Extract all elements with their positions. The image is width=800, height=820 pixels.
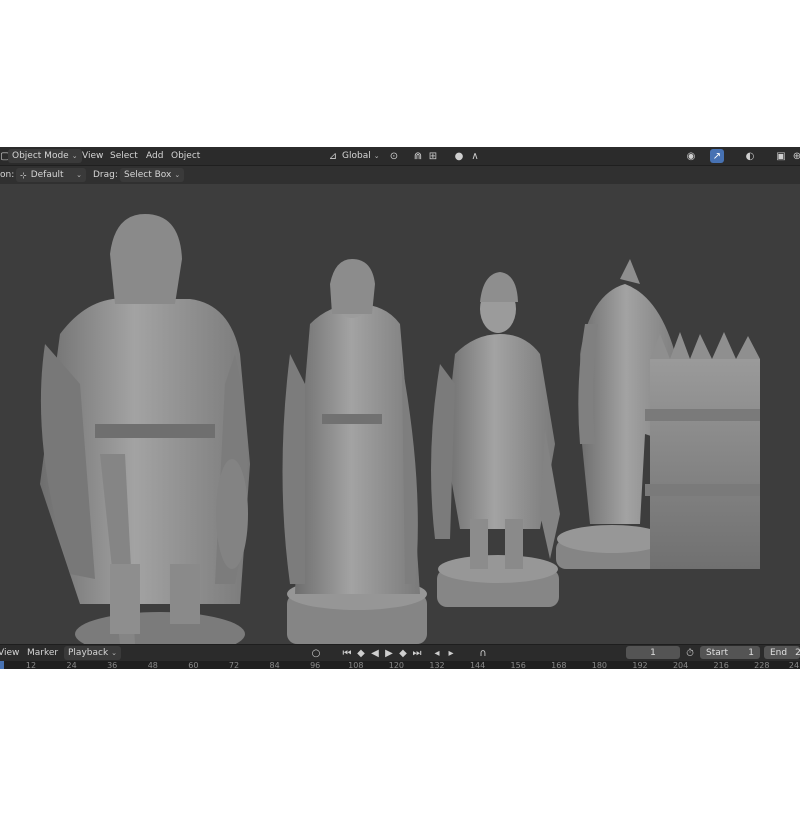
ruler-tick: 132 [429,661,445,669]
next-frame-icon[interactable]: ▸ [444,646,458,660]
ruler-tick: 216 [713,661,729,669]
menu-select[interactable]: Select [110,149,138,163]
proportional-editing-icon[interactable]: ● [452,149,466,163]
timeline-menu-marker[interactable]: Marker [27,646,58,660]
ruler-tick: 192 [632,661,648,669]
ruler-tick: 84 [269,661,280,669]
play-icon[interactable]: ▶ [382,646,396,660]
ruler-tick: 96 [310,661,321,669]
3d-viewport[interactable] [0,184,800,644]
next-keyframe-icon[interactable]: ◆ [396,646,410,660]
ruler-tick: 36 [107,661,118,669]
ruler-tick: 72 [228,661,240,669]
visibility-icon[interactable]: ◉ [684,149,698,163]
mode-label: Object Mode [12,151,69,161]
menu-add[interactable]: Add [146,149,163,163]
start-label: Start [706,647,728,658]
ruler-tick: 108 [348,661,364,669]
start-value: 1 [748,647,754,658]
palisade-rook-figure[interactable] [645,332,760,569]
gizmo-icon[interactable]: ↗ [710,149,724,163]
drag-value: Select Box [124,170,172,180]
viewport-header: ▢ Object Mode ⌄ View Select Add Object ⊿ … [0,147,800,166]
chevron-down-icon: ⌄ [174,171,181,179]
falloff-icon[interactable]: ∧ [468,149,482,163]
drag-label: Drag: [93,170,118,180]
ruler-tick: 120 [388,661,405,669]
current-frame-field[interactable]: 1 [626,646,680,659]
end-value: 2 [795,647,800,658]
play-reverse-icon[interactable]: ◀ [368,646,382,660]
ruler-tick: 228 [754,661,770,669]
pivot-point-icon[interactable]: ⊙ [387,149,401,163]
chevron-down-icon: ⌄ [373,152,380,160]
end-label: End [770,647,788,658]
viewport-scene [40,214,760,644]
playback-label: Playback [68,648,109,658]
viking-queen-figure[interactable] [282,259,428,644]
mode-selector[interactable]: Object Mode ⌄ [8,149,82,163]
pivot-icon: ⊹ [20,170,27,180]
end-frame-field[interactable]: End 2 [764,646,800,659]
ruler-tick: 48 [147,661,158,669]
ruler-tick: 156 [510,661,526,669]
timeline-menu-playback[interactable]: Playback ⌄ [64,646,122,660]
timeline-editor: View Marker Playback ⌄ ○ ⏮ ◆ ◀ ▶ ◆ ⏭ ◂ ▸ … [0,644,800,669]
previous-keyframe-icon[interactable]: ◆ [354,646,368,660]
orientation-selector[interactable]: Global ⌄ [342,149,380,163]
tool-settings-bar: on: ⊹ Default ⌄ Drag: Select Box ⌄ [0,166,800,184]
ruler-tick: 12 [25,661,37,669]
timeline-header: View Marker Playback ⌄ ○ ⏮ ◆ ◀ ▶ ◆ ⏭ ◂ ▸ … [0,645,800,661]
menu-view[interactable]: View [82,149,103,163]
pivot-selector[interactable]: ⊹ Default ⌄ [16,168,86,182]
drag-selector[interactable]: Select Box ⌄ [120,168,185,182]
xray-icon[interactable]: ▣ [774,149,788,163]
chevron-down-icon: ⌄ [111,649,118,657]
jump-end-icon[interactable]: ⏭ [410,646,424,660]
start-frame-field[interactable]: Start 1 [700,646,760,659]
blender-window: ▢ Object Mode ⌄ View Select Add Object ⊿ … [0,147,800,669]
record-icon[interactable]: ○ [309,646,323,660]
ruler-tick: 144 [469,661,486,669]
auto-keying-icon[interactable]: ∩ [476,646,490,660]
chevron-down-icon: ⌄ [71,152,78,160]
ruler-tick: 24 [66,661,77,669]
viking-warrior-figure[interactable] [431,272,560,607]
ruler-tick: 60 [188,661,199,669]
jump-start-icon[interactable]: ⏮ [340,646,354,660]
orientation-label: Global [342,151,371,161]
frame-ruler[interactable]: 12 24 36 48 60 72 84 96 108 120 132 144 156 168 180 192… [0,661,800,669]
snap-icon[interactable]: ⋒ [411,149,425,163]
chevron-down-icon: ⌄ [76,171,82,179]
pivot-label: Default [30,170,64,180]
previous-frame-icon[interactable]: ◂ [430,646,444,660]
transform-orientation-icon: ⊿ [328,150,338,162]
timeline-menu-view[interactable]: View [0,646,19,660]
ruler-tick: 180 [591,661,608,669]
ruler-tick: 204 [672,661,689,669]
overlays-icon[interactable]: ◐ [743,149,757,163]
orientation-setting-label: on: [0,170,15,180]
stopwatch-icon[interactable]: ⏱ [683,646,697,660]
ruler-tick: 24 [788,661,800,669]
snap-target-icon[interactable]: ⊞ [426,149,440,163]
ruler-tick: 168 [551,661,567,669]
viking-king-figure[interactable] [40,214,250,644]
menu-object[interactable]: Object [171,149,200,163]
playhead[interactable] [0,661,4,669]
shading-wireframe-icon[interactable]: ⊕ [790,149,800,163]
